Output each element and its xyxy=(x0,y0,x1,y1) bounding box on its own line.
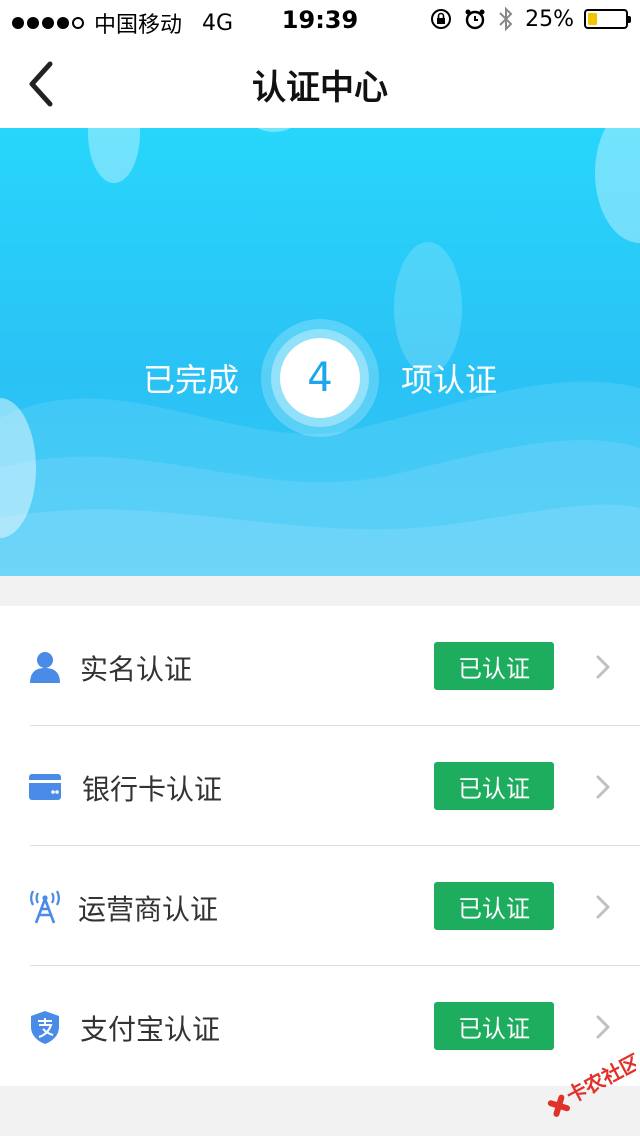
completed-suffix: 项认证 xyxy=(401,361,498,399)
status-bar: 中国移动 4G 19:39 25% xyxy=(0,0,640,40)
list-item-carrier[interactable]: 运营商认证 已认证 xyxy=(0,846,640,966)
status-right: 25% xyxy=(429,6,631,32)
chevron-right-icon xyxy=(596,655,610,679)
chevron-right-icon xyxy=(596,1015,610,1039)
nav-bar: 认证中心 xyxy=(0,40,640,128)
verification-list: 实名认证 已认证 银行卡认证 已认证 运营商认证 已认证 支付宝认证 已认证 xyxy=(0,606,640,1086)
list-item-label: 支付宝认证 xyxy=(80,1013,221,1046)
status-badge: 已认证 xyxy=(434,882,554,930)
battery-icon xyxy=(584,9,631,29)
chevron-right-icon xyxy=(596,775,610,799)
chevron-right-icon xyxy=(596,895,610,919)
signal-tower-icon xyxy=(30,890,60,924)
count-ring: 4 xyxy=(261,319,379,437)
completed-summary: 已完成 4 项认证 xyxy=(0,318,640,438)
status-badge: 已认证 xyxy=(434,642,554,690)
list-item-label: 运营商认证 xyxy=(78,893,219,926)
completed-count: 4 xyxy=(280,338,360,418)
bank-card-icon xyxy=(29,774,61,800)
watermark-text: 卡农社区 xyxy=(562,1049,636,1108)
list-item-label: 实名认证 xyxy=(80,653,193,686)
battery-percent: 25% xyxy=(525,6,574,32)
list-item-label: 银行卡认证 xyxy=(82,773,223,806)
alarm-icon xyxy=(465,9,485,30)
user-icon xyxy=(30,652,60,683)
bluetooth-icon xyxy=(499,6,513,32)
page-title: 认证中心 xyxy=(252,68,388,108)
list-item-real-name[interactable]: 实名认证 已认证 xyxy=(0,606,640,726)
watermark-logo: 卡农社区 xyxy=(547,1049,636,1117)
status-badge: 已认证 xyxy=(434,762,554,810)
list-item-bank-card[interactable]: 银行卡认证 已认证 xyxy=(0,726,640,846)
hero-banner: 已完成 4 项认证 xyxy=(0,128,640,576)
rotation-lock-icon xyxy=(431,9,452,29)
alipay-shield-icon xyxy=(31,1011,59,1044)
completed-prefix: 已完成 xyxy=(142,361,239,399)
